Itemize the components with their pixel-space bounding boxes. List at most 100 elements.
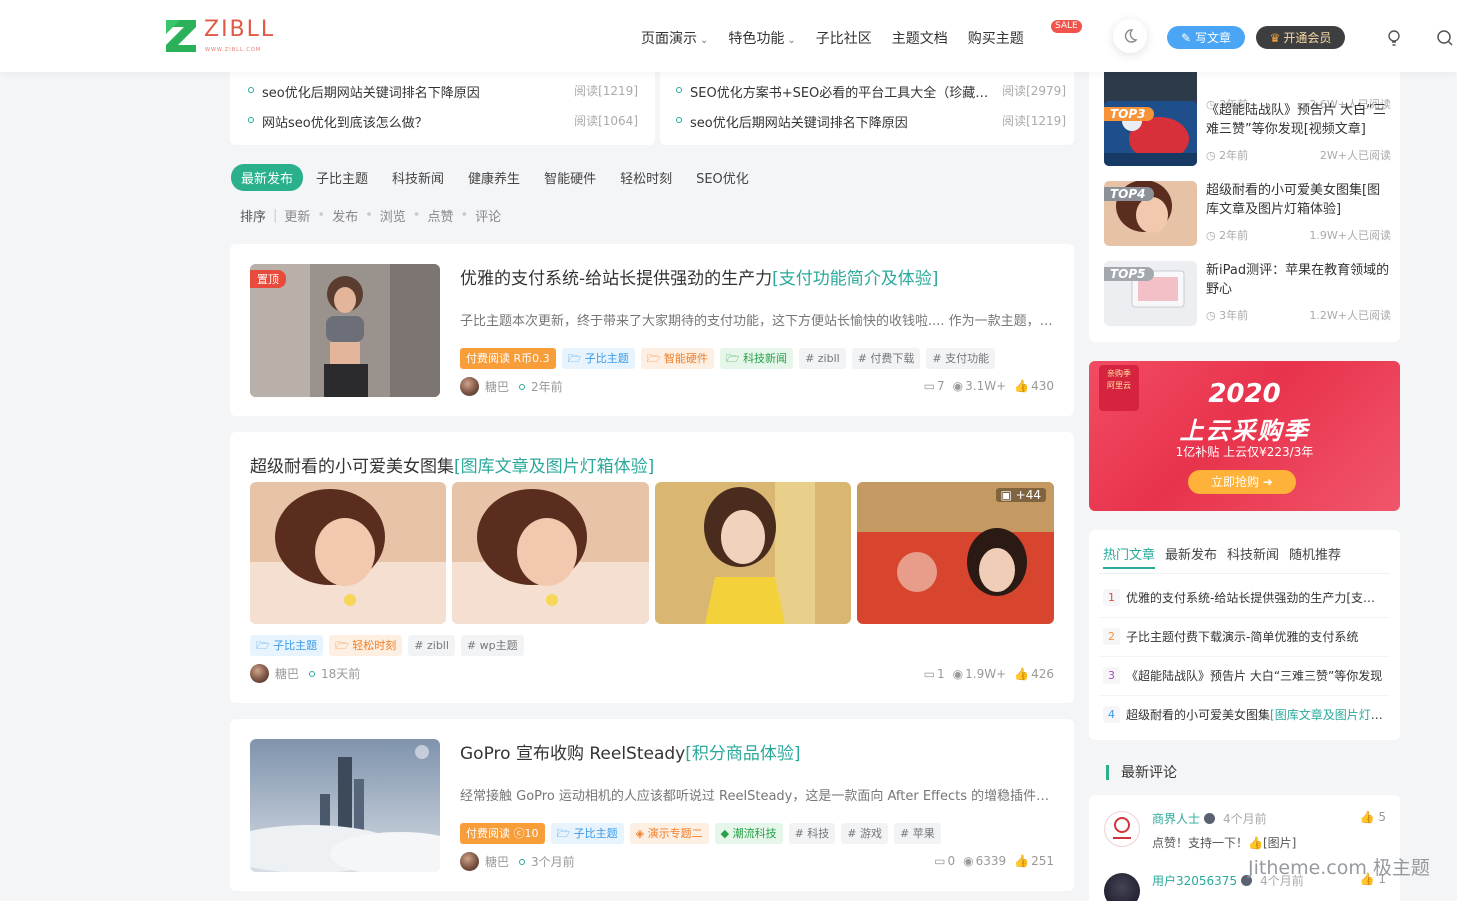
nav-item-buy[interactable]: 购买主题 bbox=[968, 28, 1024, 48]
tab-tech-news[interactable]: 科技新闻 bbox=[392, 168, 444, 187]
list-item[interactable]: seo优化后期网站关键词排名下降原因 阅读[1219] bbox=[248, 82, 638, 101]
avatar[interactable] bbox=[1104, 811, 1140, 847]
view-count: 3.1W+ bbox=[965, 379, 1007, 393]
author-name[interactable]: 糖巴 bbox=[275, 665, 299, 682]
hash-tag[interactable]: # wp主题 bbox=[460, 635, 524, 656]
list-item[interactable]: 网站seo优化到底该怎么做？ 阅读[1064] bbox=[248, 112, 638, 131]
ranking-item[interactable]: TOP4 超级耐看的小可爱美女图集[图库文章及图片灯箱体验] ◷ 2年前 1.9W… bbox=[1104, 181, 1394, 246]
ranking-title: 《超能陆战队》预告片 大白“三难三赞”等你发现[视频文章] bbox=[1206, 103, 1386, 137]
post-title[interactable]: 优雅的支付系统-给站长提供强劲的生产力[支付功能简介及体验] bbox=[460, 264, 938, 289]
write-article-button[interactable]: ✎ 写文章 bbox=[1167, 26, 1245, 49]
sort-views[interactable]: 浏览 bbox=[380, 206, 406, 225]
category-tag[interactable]: 🗁 子比主题 bbox=[561, 348, 635, 369]
hash-tag[interactable]: # zibll bbox=[408, 635, 455, 656]
ranking-item[interactable]: TOP5 新iPad测评：苹果在教育领域的野心 ◷ 3年前 1.2W+人已阅读 bbox=[1104, 261, 1394, 326]
vip-button[interactable]: ♛ 开通会员 bbox=[1256, 26, 1345, 49]
tab-latest[interactable]: 最新发布 bbox=[231, 164, 304, 191]
nav-item-docs[interactable]: 主题文档 bbox=[892, 28, 948, 48]
topic-tag[interactable]: ◈ 演示专题二 bbox=[629, 823, 709, 844]
post-card-gallery: 超级耐看的小可爱美女图集[图库文章及图片灯箱体验] ▣ +44 🗁 子比主题 🗁… bbox=[230, 432, 1074, 703]
hot-item[interactable]: 3 《超能陆战队》预告片 大白“三难三赞”等你发现 bbox=[1103, 667, 1386, 684]
avatar[interactable] bbox=[460, 852, 479, 871]
hash-tag[interactable]: # 支付功能 bbox=[926, 348, 996, 369]
nav-item-community[interactable]: 子比社区 bbox=[816, 28, 872, 48]
nav-item-features[interactable]: 特色功能 ⌄ bbox=[728, 28, 795, 48]
tab-latest[interactable]: 最新发布 bbox=[1165, 544, 1217, 569]
bulb-icon[interactable] bbox=[1386, 29, 1402, 47]
ad-cta-button[interactable]: 立即抢购 ➜ bbox=[1188, 470, 1296, 494]
pay-tag[interactable]: 付费阅读 ⓒ10 bbox=[460, 823, 545, 844]
category-tag[interactable]: 🗁 轻松时刻 bbox=[329, 635, 403, 656]
tab-hot[interactable]: 热门文章 bbox=[1103, 544, 1156, 569]
comment-author[interactable]: 商界人士 4个月前 bbox=[1152, 810, 1267, 827]
hash-tag[interactable]: # 付费下载 bbox=[851, 348, 921, 369]
ad-banner[interactable]: 亲购季 阿里云 2020 上云采购季 1亿补贴 上云仅¥223/3年 立即抢购 ➜ bbox=[1089, 361, 1400, 511]
category-tag[interactable]: 🗁 子比主题 bbox=[250, 635, 324, 656]
gallery-image[interactable]: ▣ +44 bbox=[857, 482, 1054, 624]
tab-seo[interactable]: SEO优化 bbox=[696, 168, 749, 187]
tag-label: 智能硬件 bbox=[663, 352, 708, 365]
comment-time: 4个月前 bbox=[1223, 812, 1267, 826]
hash-tag[interactable]: # 苹果 bbox=[894, 823, 941, 844]
sort-comments[interactable]: 评论 bbox=[475, 206, 501, 225]
topic-tag[interactable]: ◆ 潮流科技 bbox=[714, 823, 783, 844]
tab-relax[interactable]: 轻松时刻 bbox=[620, 168, 672, 187]
ranking-time: 2年前 bbox=[1219, 149, 1249, 162]
sort-likes[interactable]: 点赞 bbox=[427, 206, 453, 225]
post-title[interactable]: 超级耐看的小可爱美女图集[图库文章及图片灯箱体验] bbox=[250, 452, 654, 477]
comments-heading: 最新评论 bbox=[1106, 762, 1177, 782]
gallery-image[interactable] bbox=[250, 482, 446, 624]
avatar[interactable] bbox=[460, 377, 479, 396]
tab-hardware[interactable]: 智能硬件 bbox=[544, 168, 596, 187]
author-name[interactable]: 糖巴 bbox=[485, 853, 509, 870]
comment-likes[interactable]: 👍 5 bbox=[1360, 810, 1386, 824]
post-thumbnail[interactable] bbox=[250, 739, 440, 872]
author-name[interactable]: 糖巴 bbox=[485, 378, 509, 395]
avatar[interactable] bbox=[1104, 873, 1140, 901]
sort-published[interactable]: 发布 bbox=[332, 206, 358, 225]
ranking-thumbnail: TOP4 bbox=[1104, 181, 1197, 246]
hot-item-title: 子比主题付费下载演示-简单优雅的支付系统 bbox=[1126, 630, 1359, 644]
post-title[interactable]: GoPro 宣布收购 ReelSteady[积分商品体验] bbox=[460, 739, 801, 764]
nav-item-page-demo[interactable]: 页面演示 ⌄ bbox=[641, 28, 708, 48]
hot-item-title: 优雅的支付系统-给站长提供强劲的生产力[支付功能简介及体验] bbox=[1126, 591, 1386, 605]
gallery-image[interactable] bbox=[655, 482, 851, 624]
search-icon[interactable] bbox=[1436, 29, 1454, 47]
hot-item[interactable]: 1 优雅的支付系统-给站长提供强劲的生产力[支付功能简介及体验] bbox=[1103, 589, 1386, 606]
tab-health[interactable]: 健康养生 bbox=[468, 168, 520, 187]
tab-tech-news[interactable]: 科技新闻 bbox=[1227, 544, 1279, 569]
post-thumbnail[interactable]: 置顶 bbox=[250, 264, 440, 397]
post-card: 置顶 优雅的支付系统-给站长提供强劲的生产力[支付功能简介及体验] 子比主题本次… bbox=[230, 244, 1074, 416]
tab-random[interactable]: 随机推荐 bbox=[1289, 544, 1341, 569]
ranking-item[interactable]: TOP3 《超能陆战队》预告片 大白“三难三赞”等你发现[视频文章] ◷ 2年前… bbox=[1104, 101, 1394, 166]
hash-tag[interactable]: # 科技 bbox=[788, 823, 836, 844]
hash-tag[interactable]: # zibll bbox=[799, 348, 846, 369]
logo-subtext: WWW.ZIBLL.COM bbox=[205, 47, 262, 53]
folder-icon: 🗁 bbox=[556, 827, 574, 840]
theme-toggle-button[interactable] bbox=[1113, 19, 1147, 53]
avatar[interactable] bbox=[250, 664, 269, 683]
hot-item[interactable]: 2 子比主题付费下载演示-简单优雅的支付系统 bbox=[1103, 628, 1386, 645]
hash-tag[interactable]: # 游戏 bbox=[841, 823, 889, 844]
hot-item[interactable]: 4 超级耐看的小可爱美女图集[图库文章及图片灯箱体验] bbox=[1103, 706, 1386, 723]
list-item[interactable]: SEO优化方案书+SEO必看的平台工具大全（珍藏版） 阅读[2979] bbox=[676, 82, 1066, 101]
tag-label: 演示专题二 bbox=[647, 827, 703, 840]
category-tag[interactable]: 🗁 科技新闻 bbox=[719, 348, 794, 369]
pay-tag[interactable]: 付费阅读 R币0.3 bbox=[460, 348, 556, 369]
gallery-photo bbox=[857, 482, 1054, 624]
post-meta: 糖巴 2年前 bbox=[460, 377, 563, 396]
sort-updated[interactable]: 更新 bbox=[284, 206, 310, 225]
gallery-image[interactable] bbox=[452, 482, 649, 624]
tab-zibll-theme[interactable]: 子比主题 bbox=[316, 168, 368, 187]
category-tag[interactable]: 🗁 智能硬件 bbox=[640, 348, 714, 369]
folder-icon: 🗁 bbox=[256, 639, 274, 652]
list-item[interactable]: seo优化后期网站关键词排名下降原因 阅读[1219] bbox=[676, 112, 1066, 131]
site-logo[interactable]: ZIBLL WWW.ZIBLL.COM bbox=[164, 18, 275, 54]
post-stats: ▭ 1 ◉ 1.9W+ 👍 426 bbox=[916, 667, 1054, 681]
vip-label: 开通会员 bbox=[1283, 31, 1332, 45]
ranking-title: 新iPad测评：苹果在教育领域的野心 bbox=[1206, 263, 1390, 297]
circle-dot-icon bbox=[676, 117, 682, 123]
divider bbox=[1099, 656, 1390, 657]
category-tag[interactable]: 🗁 子比主题 bbox=[550, 823, 624, 844]
more-images-count: +44 bbox=[1015, 488, 1041, 502]
